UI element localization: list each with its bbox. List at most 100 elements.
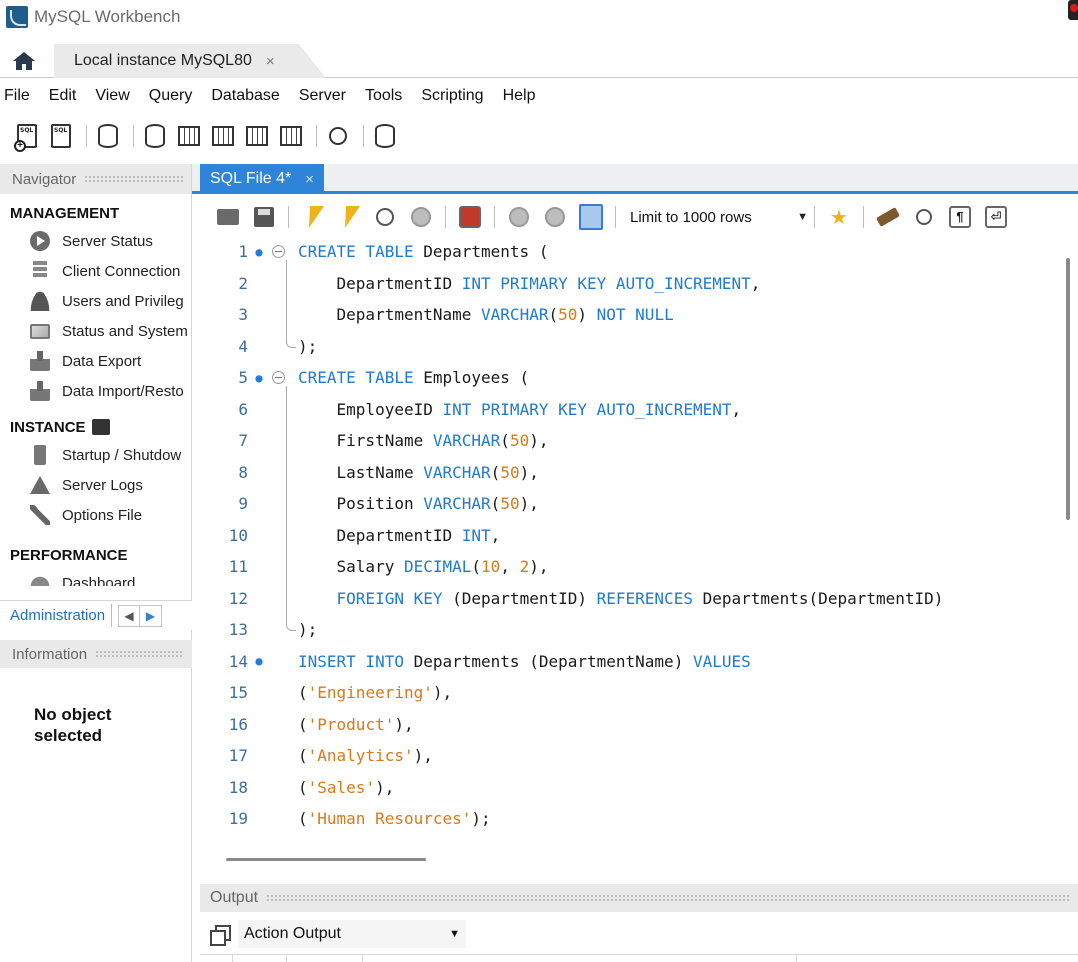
sql-text: ( bbox=[500, 431, 510, 451]
next-tab-button[interactable]: ▶ bbox=[140, 604, 163, 627]
sql-text: ); bbox=[471, 809, 491, 829]
nav-startup-shutdown[interactable]: Startup / Shutdow bbox=[0, 440, 191, 470]
stop-button[interactable] bbox=[409, 205, 433, 229]
sql-literal: 2 bbox=[519, 557, 530, 577]
sql-text: ( bbox=[490, 494, 501, 514]
create-function-button[interactable] bbox=[276, 120, 306, 152]
sql-text: , bbox=[750, 273, 761, 293]
nav-users-privileges[interactable]: Users and Privileg bbox=[0, 286, 191, 316]
line-number: 13 bbox=[228, 620, 248, 640]
nav-item-label: Startup / Shutdow bbox=[62, 446, 182, 464]
nav-item-label: Users and Privileg bbox=[62, 292, 184, 310]
word-wrap-button[interactable]: ⏎ bbox=[984, 205, 1008, 229]
sql-text: , bbox=[500, 557, 520, 577]
inspect-button[interactable] bbox=[93, 120, 123, 152]
sql-keyword: VALUES bbox=[692, 651, 751, 671]
commit-button[interactable] bbox=[507, 205, 531, 229]
reconnect-button[interactable] bbox=[370, 120, 400, 152]
nav-dashboard[interactable]: Dashboard bbox=[0, 568, 191, 586]
fold-gutter bbox=[270, 653, 286, 669]
nav-server-logs[interactable]: Server Logs bbox=[0, 470, 191, 500]
close-icon[interactable]: × bbox=[266, 53, 275, 70]
invisible-chars-button[interactable]: ¶ bbox=[948, 205, 972, 229]
navigator-header: Navigator bbox=[0, 164, 191, 194]
execute-all-button[interactable] bbox=[301, 205, 325, 229]
beautify-button[interactable] bbox=[875, 205, 901, 229]
create-table-button[interactable] bbox=[174, 120, 204, 152]
menu-edit[interactable]: Edit bbox=[44, 87, 88, 105]
previous-tab-button[interactable]: ◀ bbox=[118, 604, 141, 627]
limit-rows-select[interactable]: Limit to 1000 rows ▼ bbox=[630, 209, 808, 226]
data-export-icon bbox=[30, 351, 50, 371]
search-table-data-button[interactable] bbox=[323, 120, 353, 152]
nav-server-status[interactable]: Server Status bbox=[0, 226, 191, 256]
open-sql-script-button[interactable] bbox=[46, 120, 76, 152]
create-schema-button[interactable] bbox=[140, 120, 170, 152]
fold-toggle[interactable] bbox=[270, 244, 286, 260]
sql-literal: 50 bbox=[509, 431, 530, 451]
nav-data-export[interactable]: Data Export bbox=[0, 346, 191, 376]
menu-file[interactable]: File bbox=[0, 87, 41, 105]
code-text: ); bbox=[286, 337, 317, 356]
reconnect-database-icon bbox=[375, 124, 395, 148]
home-tab[interactable] bbox=[0, 44, 48, 78]
menu-view[interactable]: View bbox=[90, 87, 140, 105]
create-view-button[interactable] bbox=[208, 120, 238, 152]
menu-query[interactable]: Query bbox=[144, 87, 204, 105]
code-text: DepartmentName VARCHAR(50) NOT NULL bbox=[286, 305, 674, 324]
sql-keyword: CREATE TABLE bbox=[298, 368, 414, 388]
nav-item-label: Server Logs bbox=[62, 476, 143, 494]
autocommit-toggle[interactable] bbox=[579, 204, 603, 230]
code-text: FirstName VARCHAR(50), bbox=[286, 431, 549, 451]
sql-text: ( bbox=[471, 557, 482, 577]
sql-text: FirstName bbox=[298, 431, 433, 451]
output-type-select[interactable]: Action Output ▼ bbox=[238, 920, 466, 948]
connection-tab-bar: Local instance MySQL80 × bbox=[0, 44, 1078, 78]
menu-scripting[interactable]: Scripting bbox=[416, 87, 494, 105]
save-icon bbox=[254, 207, 274, 227]
sql-text: ), bbox=[413, 746, 433, 766]
menu-database[interactable]: Database bbox=[206, 87, 291, 105]
toggle-stop-on-error-button[interactable] bbox=[458, 205, 482, 229]
horizontal-scrollbar[interactable] bbox=[226, 858, 426, 861]
connection-tab[interactable]: Local instance MySQL80 × bbox=[54, 44, 326, 78]
fold-toggle[interactable] bbox=[270, 370, 286, 386]
sql-file-tab[interactable]: SQL File 4* × bbox=[200, 164, 324, 194]
toolbar-separator bbox=[316, 125, 317, 147]
toolbar-separator bbox=[814, 206, 815, 228]
find-button[interactable] bbox=[912, 205, 936, 229]
open-file-button[interactable] bbox=[216, 205, 240, 229]
sql-keyword: CREATE TABLE bbox=[298, 242, 414, 262]
vertical-scrollbar[interactable] bbox=[1066, 258, 1070, 520]
data-import-icon bbox=[30, 381, 50, 401]
rollback-button[interactable] bbox=[543, 205, 567, 229]
save-button[interactable] bbox=[252, 205, 276, 229]
main-toolbar: + bbox=[0, 116, 1078, 156]
menu-tools[interactable]: Tools bbox=[360, 87, 413, 105]
code-line: 12 FOREIGN KEY (DepartmentID) REFERENCES… bbox=[200, 583, 1056, 615]
create-procedure-button[interactable] bbox=[242, 120, 272, 152]
plus-icon: + bbox=[14, 140, 26, 152]
code-line: 3 DepartmentName VARCHAR(50) NOT NULL bbox=[200, 299, 1056, 331]
nav-status-system-variables[interactable]: Status and System bbox=[0, 316, 191, 346]
explain-button[interactable] bbox=[373, 205, 397, 229]
copy-icon[interactable] bbox=[210, 925, 231, 946]
nav-data-import[interactable]: Data Import/Resto bbox=[0, 376, 191, 406]
close-icon[interactable]: × bbox=[305, 171, 314, 188]
sql-code-editor[interactable]: 1 ● CREATE TABLE Departments (2 Department… bbox=[200, 236, 1056, 848]
nav-options-file[interactable]: Options File bbox=[0, 500, 191, 530]
menu-server[interactable]: Server bbox=[294, 87, 357, 105]
no-object-selected-text: No object selected bbox=[34, 705, 112, 745]
execute-current-button[interactable] bbox=[337, 205, 361, 229]
line-number: 18 bbox=[228, 777, 248, 797]
add-snippet-button[interactable]: ★ bbox=[827, 205, 851, 229]
menu-help[interactable]: Help bbox=[498, 87, 547, 105]
toolbar-separator bbox=[288, 206, 289, 228]
administration-tab[interactable]: Administration bbox=[0, 604, 113, 627]
new-sql-tab-button[interactable]: + bbox=[12, 120, 42, 152]
toolbar-separator bbox=[133, 125, 134, 147]
nav-client-connections[interactable]: Client Connection bbox=[0, 256, 191, 286]
code-text: ('Engineering'), bbox=[286, 683, 452, 702]
fold-gutter bbox=[270, 464, 286, 480]
code-line: 8 LastName VARCHAR(50), bbox=[200, 457, 1056, 489]
